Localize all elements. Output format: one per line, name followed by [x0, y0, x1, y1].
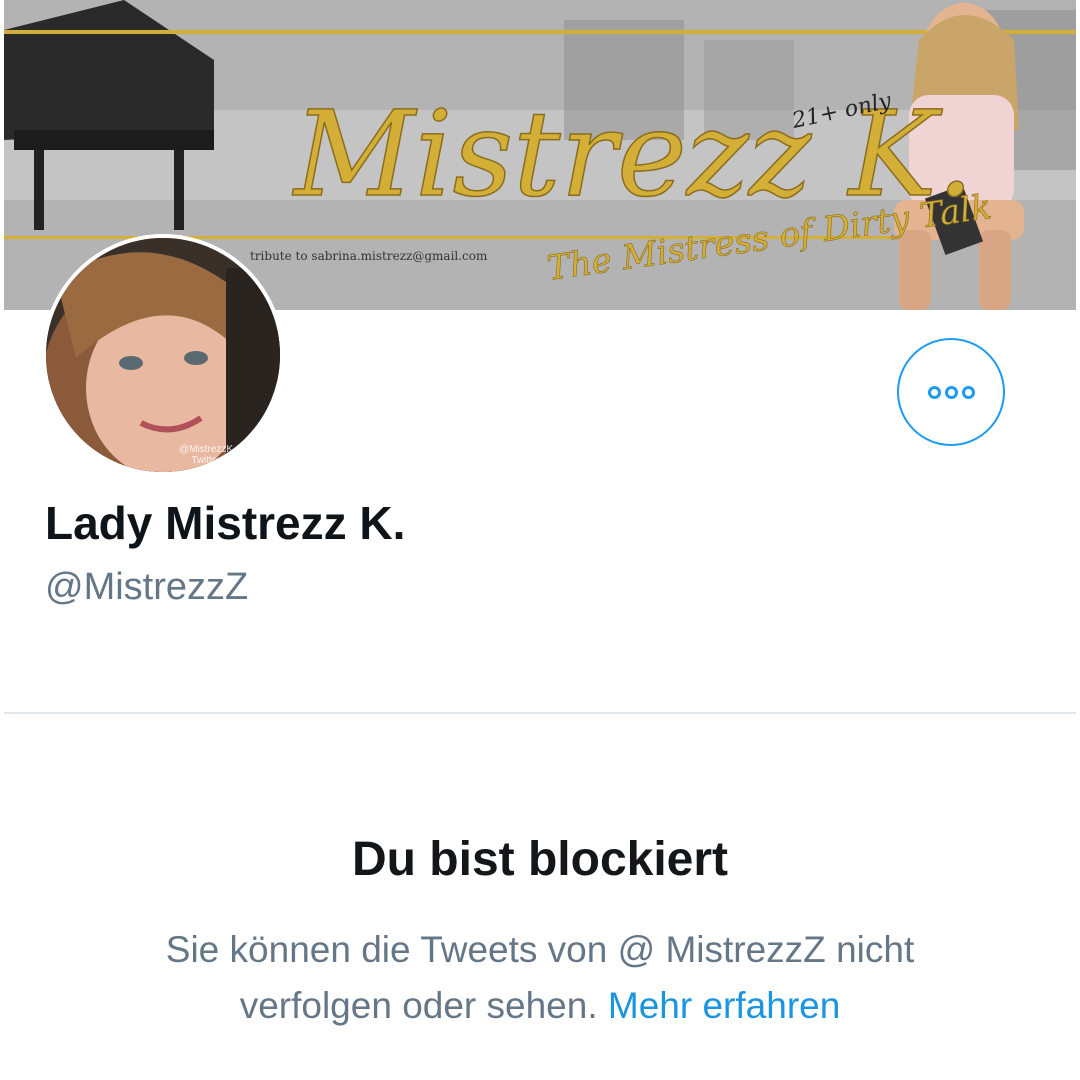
avatar-art	[46, 238, 280, 472]
blocked-message: Sie können die Tweets von @ MistrezzZ ni…	[90, 922, 990, 1034]
avatar-watermark-handle: @MistrezzK	[178, 444, 234, 455]
profile-handle: @MistrezzZ	[45, 566, 249, 608]
avatar-photo: @MistrezzK Twitter	[46, 238, 280, 472]
avatar-watermark: @MistrezzK Twitter	[166, 444, 246, 466]
learn-more-link[interactable]: Mehr erfahren	[608, 985, 840, 1026]
more-horizontal-icon	[927, 385, 941, 399]
more-horizontal-icon	[961, 385, 975, 399]
avatar[interactable]: @MistrezzK Twitter	[42, 234, 284, 476]
more-options-button[interactable]	[897, 338, 1005, 446]
divider	[4, 712, 1076, 714]
banner-email: tribute to sabrina.mistrezz@gmail.com	[250, 249, 488, 263]
avatar-watermark-site: Twitter	[191, 455, 221, 466]
profile-page: Mistrezz K. 21+ only tribute to sabrina.…	[0, 0, 1080, 1080]
profile-display-name: Lady Mistrezz K.	[45, 497, 406, 549]
more-horizontal-icon	[944, 385, 958, 399]
blocked-title: Du bist blockiert	[351, 833, 729, 886]
